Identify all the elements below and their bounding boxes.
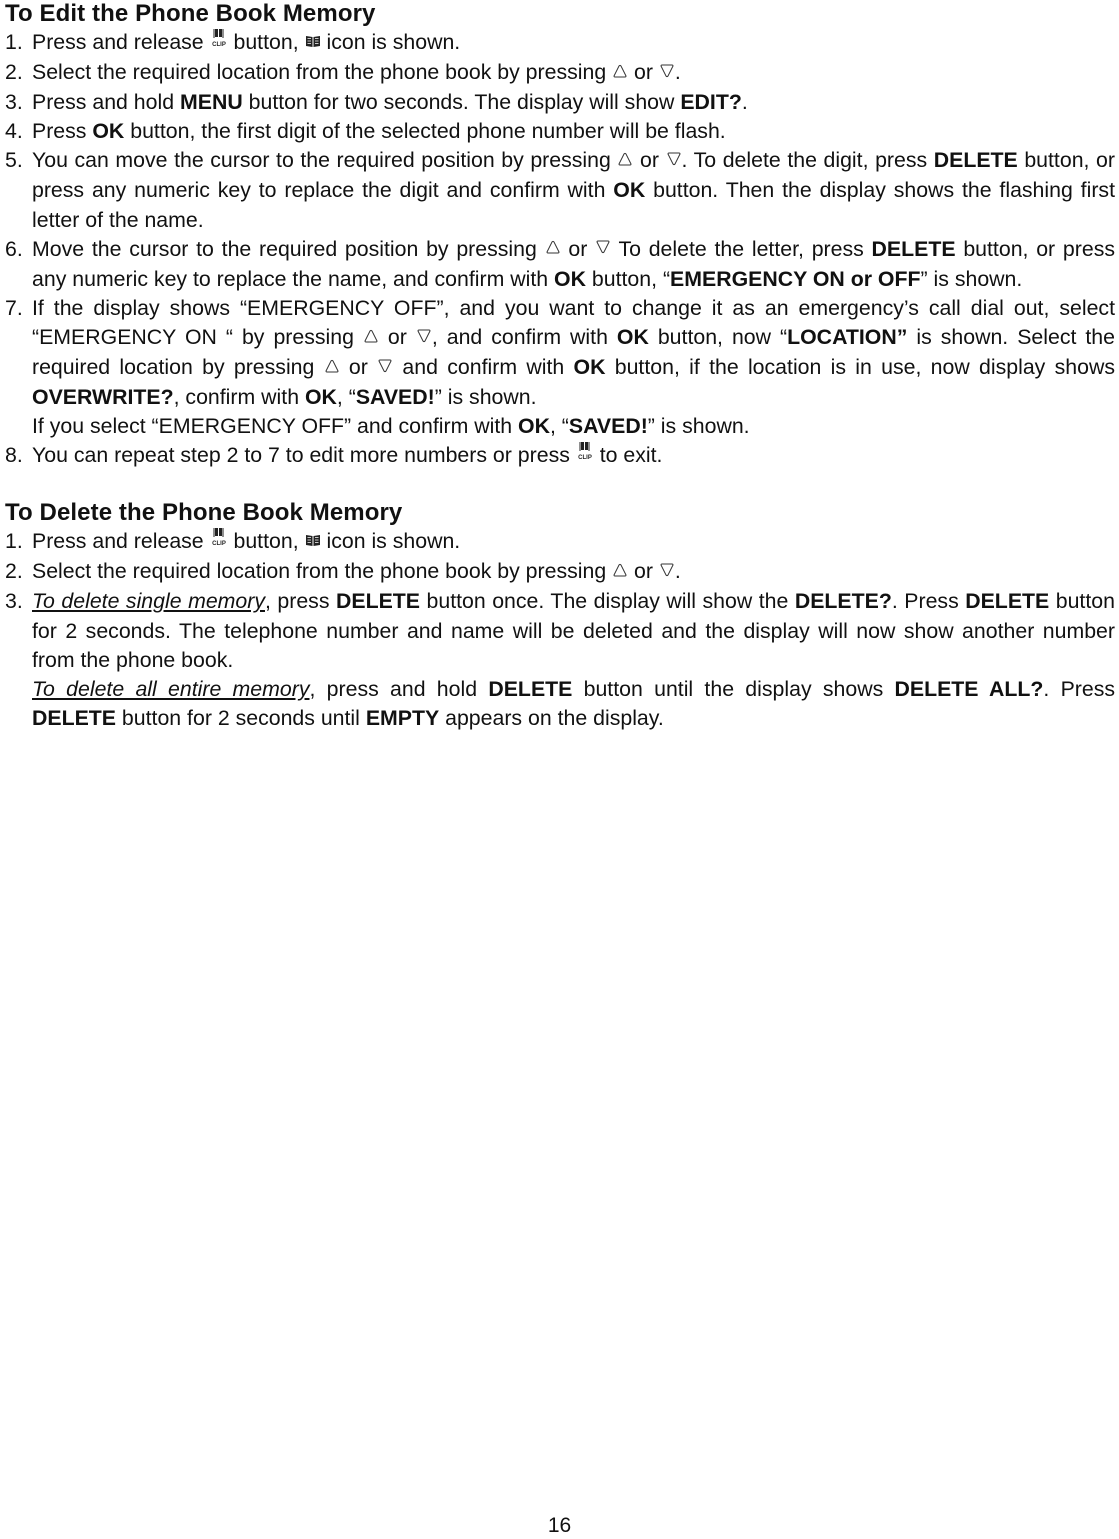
phonebook-clip-button-icon: CLIP [210, 526, 228, 555]
svg-text:CLIP: CLIP [212, 42, 226, 48]
bold-term: DELETE [32, 706, 117, 731]
up-arrow-key-icon [324, 352, 340, 381]
step-number: 2. [5, 559, 23, 584]
delete-steps-list: 1. Press and release CLIP button, icon is… [5, 527, 1115, 733]
step-text: Press OK button, the first digit of the … [32, 119, 726, 144]
bold-term: OVERWRITE? [32, 385, 174, 410]
step-item: 3. Press and hold MENU button for two sec… [5, 88, 1115, 117]
step-number: 2. [5, 59, 23, 84]
step-text: If the display shows “EMERGENCY OFF”, an… [32, 295, 1115, 410]
bold-term: MENU [180, 89, 243, 114]
step-item: 8. You can repeat step 2 to 7 to edit mor… [5, 441, 1115, 471]
step-text: To delete single memory, press DELETE bu… [32, 589, 1115, 672]
bold-term: DELETE [871, 236, 956, 261]
bold-term: EMERGENCY ON or OFF [670, 266, 921, 291]
bold-term: DELETE? [794, 589, 892, 614]
step-item: 2. Select the required location from the … [5, 557, 1115, 587]
step-number: 5. [5, 148, 23, 173]
bold-term: DELETE ALL? [894, 676, 1044, 701]
down-arrow-key-icon [416, 322, 432, 351]
edit-steps-list: 1. Press and release CLIP button, icon is… [5, 28, 1115, 471]
step-extra-text: If you select “EMERGENCY OFF” and confir… [32, 414, 750, 439]
bold-term: SAVED! [355, 385, 435, 410]
down-arrow-key-icon [666, 145, 682, 174]
bold-term: OK [92, 119, 125, 144]
step-text: You can repeat step 2 to 7 to edit more … [32, 441, 1115, 471]
up-arrow-key-icon [363, 322, 379, 351]
step-extra-text: To delete all entire memory, press and h… [32, 676, 1116, 731]
bold-term: OK [518, 414, 550, 439]
step-number: 4. [5, 119, 23, 144]
step-item: 2. Select the required location from the … [5, 58, 1115, 88]
down-arrow-key-icon [595, 233, 611, 262]
bold-term: SAVED! [568, 414, 648, 439]
down-arrow-key-icon [659, 556, 675, 585]
up-arrow-key-icon [545, 233, 561, 262]
step-item: 1. Press and release CLIP button, icon is… [5, 527, 1115, 557]
bold-term: OK [304, 385, 337, 410]
step-text: Select the required location from the ph… [32, 58, 1115, 88]
delete-section-title: To Delete the Phone Book Memory [5, 499, 403, 527]
bold-term: EMPTY [365, 706, 440, 731]
up-arrow-key-icon [617, 145, 633, 174]
subheading-emphasis: To delete all entire memory [32, 676, 310, 701]
svg-text:CLIP: CLIP [212, 541, 226, 547]
bold-term: OK [613, 178, 646, 203]
step-item: 7. If the display shows “EMERGENCY OFF”, … [5, 294, 1115, 442]
step-item: 6. Move the cursor to the required positi… [5, 235, 1115, 294]
step-number: 6. [5, 236, 23, 261]
step-text: Press and hold MENU button for two secon… [32, 89, 748, 114]
step-number: 1. [5, 30, 23, 54]
phonebook-icon [305, 27, 321, 56]
page-number: 16 [547, 1514, 572, 1537]
bold-term: DELETE [965, 589, 1050, 614]
bold-term: DELETE [933, 148, 1018, 173]
down-arrow-key-icon [377, 352, 393, 381]
step-number: 3. [5, 89, 23, 114]
step-number: 3. [5, 589, 23, 614]
step-number: 1. [5, 529, 23, 554]
step-text: Move the cursor to the required position… [32, 235, 1115, 294]
step-item: 4. Press OK button, the first digit of th… [5, 117, 1115, 146]
step-item: 1. Press and release CLIP button, icon is… [5, 28, 1115, 58]
up-arrow-key-icon [612, 57, 628, 86]
step-text: You can move the cursor to the required … [32, 146, 1115, 234]
step-number: 7. [5, 295, 23, 320]
bold-term: OK [554, 266, 586, 291]
step-text: Select the required location from the ph… [32, 557, 1115, 587]
step-text: Press and release CLIP button, icon is s… [32, 28, 1115, 58]
manual-page: To Edit the Phone Book Memory 1. Press an… [5, 0, 1115, 733]
svg-text:CLIP: CLIP [578, 455, 592, 461]
bold-term: DELETE [335, 589, 420, 614]
down-arrow-key-icon [659, 57, 675, 86]
phonebook-clip-button-icon: CLIP [210, 27, 228, 56]
bold-term: LOCATION” [787, 325, 908, 350]
bold-term: DELETE [488, 676, 573, 701]
step-text: Press and release CLIP button, icon is s… [32, 527, 1115, 557]
step-number: 8. [5, 443, 23, 468]
edit-section-title: To Edit the Phone Book Memory [5, 0, 376, 27]
up-arrow-key-icon [612, 556, 628, 585]
phonebook-icon [305, 526, 321, 555]
bold-term: OK [616, 325, 649, 350]
subheading-emphasis: To delete single memory [32, 589, 265, 614]
bold-term: EDIT? [680, 89, 742, 114]
phonebook-clip-button-icon: CLIP [576, 440, 594, 469]
step-item: 3. To delete single memory, press DELETE … [5, 587, 1115, 733]
bold-term: OK [573, 355, 606, 380]
step-item: 5. You can move the cursor to the require… [5, 146, 1115, 234]
